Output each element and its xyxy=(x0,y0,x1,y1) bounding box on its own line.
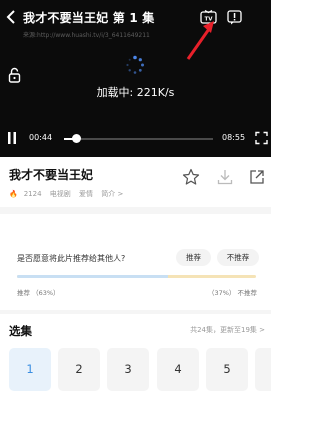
svg-text:TV: TV xyxy=(204,17,213,23)
tv-cast-icon[interactable]: TV xyxy=(200,10,217,24)
video-player[interactable]: 我才不要当王妃 第 1 集 来源:http://www.huashi.tv/i/… xyxy=(0,0,271,157)
recommend-question: 是否愿意将此片推荐给其他人? xyxy=(17,254,126,263)
report-icon[interactable] xyxy=(227,10,242,25)
recommend-percent: 推荐 （63%） xyxy=(17,289,60,297)
episode-button-partial[interactable] xyxy=(255,348,271,391)
show-title: 我才不要当王妃 xyxy=(9,168,94,182)
progress-track[interactable] xyxy=(64,134,213,143)
tag-genre: 电视剧 xyxy=(49,190,71,198)
video-source-url: 来源:http://www.huashi.tv/i/3_6411649211 xyxy=(23,32,150,39)
loading-spinner-icon xyxy=(125,55,145,75)
progress-handle[interactable] xyxy=(72,134,82,143)
favorite-icon[interactable] xyxy=(182,168,200,186)
back-icon[interactable] xyxy=(4,9,18,25)
current-time: 00:44 xyxy=(29,133,53,142)
not-recommend-button[interactable]: 不推荐 xyxy=(217,249,259,266)
recommend-ratio-bar xyxy=(17,275,256,278)
download-icon[interactable] xyxy=(216,168,234,186)
divider xyxy=(0,310,271,314)
episodes-summary-link[interactable]: 共24集，更新至19集 > xyxy=(190,325,265,335)
fullscreen-icon[interactable] xyxy=(255,131,268,145)
not-recommend-percent: （37%） 不推荐 xyxy=(207,289,257,297)
episode-button[interactable]: 4 xyxy=(157,348,199,391)
synopsis-link[interactable]: 简介 > xyxy=(101,190,123,198)
episode-button[interactable]: 3 xyxy=(107,348,149,391)
episode-button[interactable]: 1 xyxy=(9,348,51,391)
episodes-title: 选集 xyxy=(9,324,32,338)
episode-button[interactable]: 2 xyxy=(58,348,100,391)
heat-count: 2124 xyxy=(23,190,42,198)
loading-text: 加载中: 221K/s xyxy=(96,86,175,99)
episode-button[interactable]: 5 xyxy=(206,348,248,391)
video-title: 我才不要当王妃 第 1 集 xyxy=(23,11,155,25)
show-meta: 🔥 2124 电视剧 爱情 简介 > xyxy=(9,189,129,199)
total-time: 08:55 xyxy=(222,133,246,142)
heat-icon: 🔥 xyxy=(9,190,18,198)
tag-category: 爱情 xyxy=(79,190,94,198)
recommend-ratio-fill xyxy=(17,275,168,278)
pause-icon[interactable] xyxy=(6,131,18,145)
divider xyxy=(0,207,271,214)
recommend-button[interactable]: 推荐 xyxy=(176,249,211,266)
share-icon[interactable] xyxy=(248,168,266,186)
lock-icon[interactable] xyxy=(8,67,21,83)
